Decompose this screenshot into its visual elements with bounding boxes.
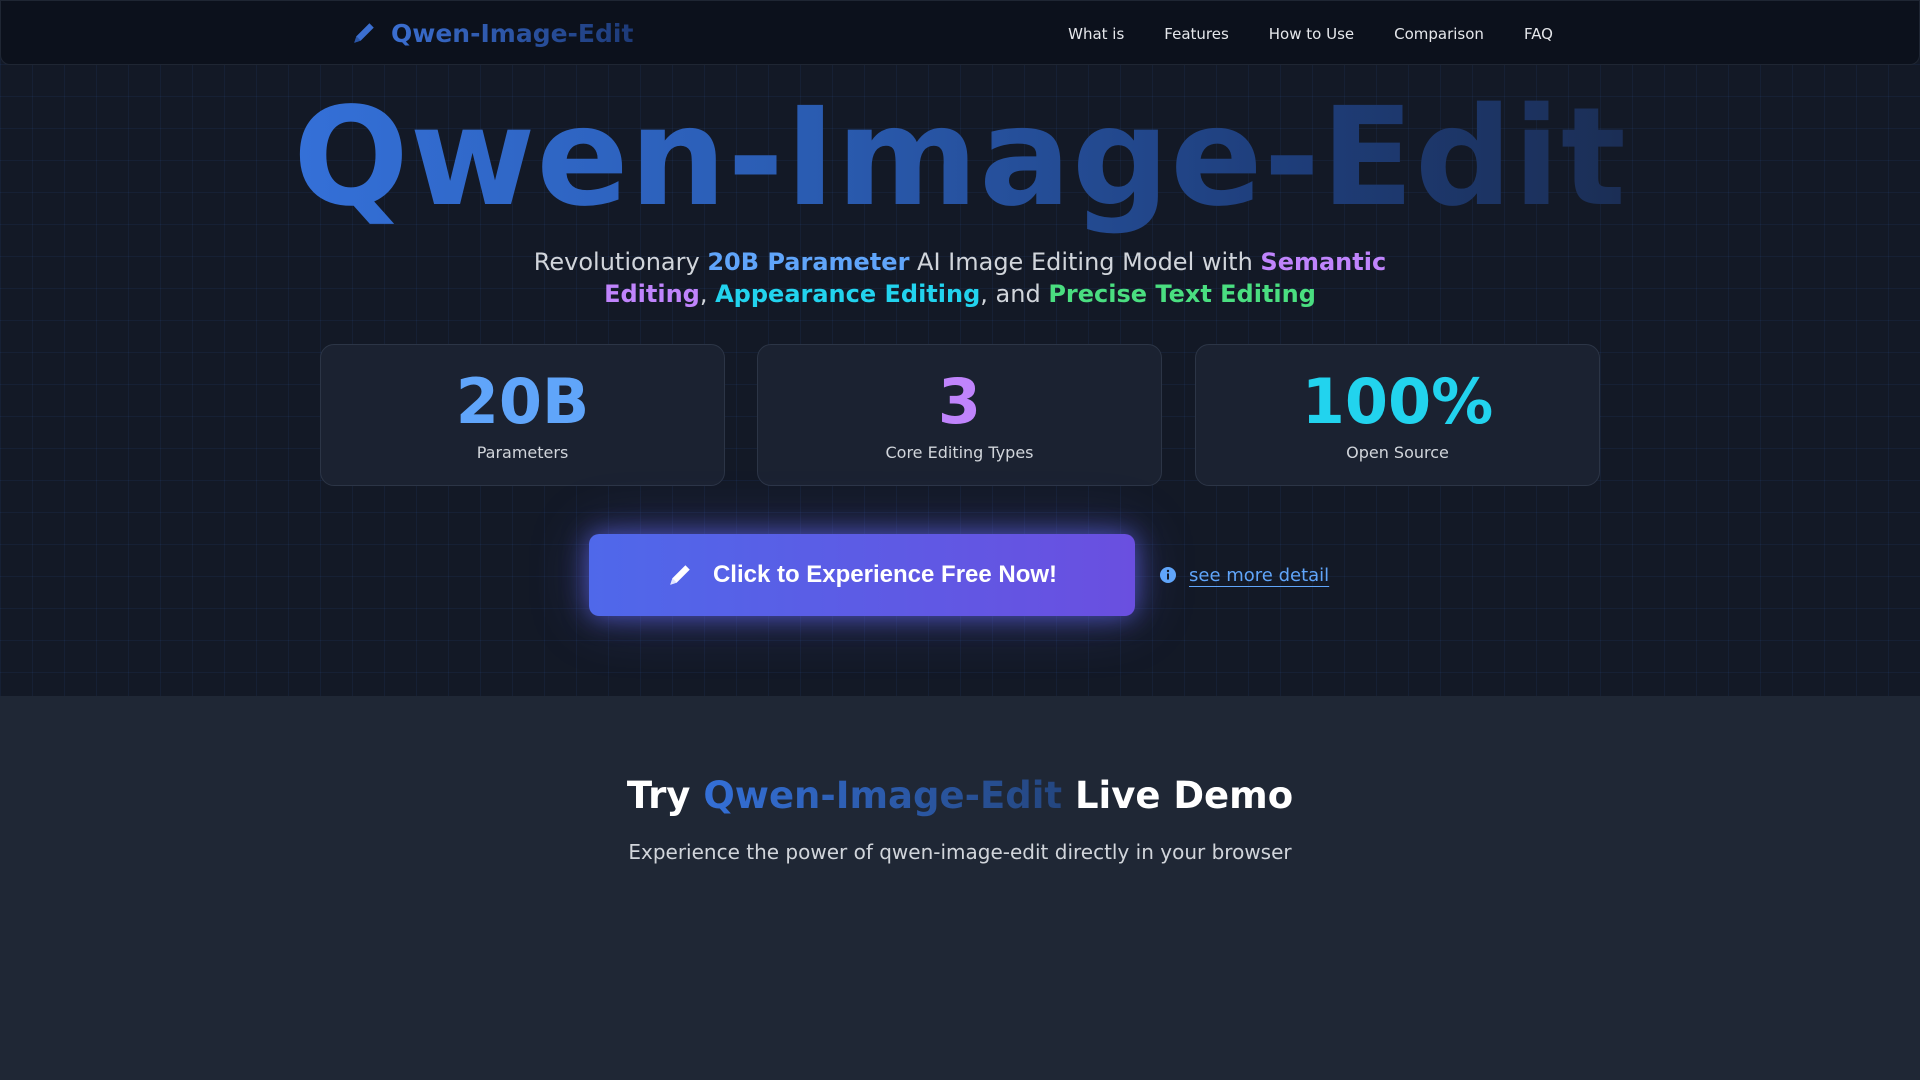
stat-card-open-source: 100% Open Source <box>1195 344 1600 486</box>
subtitle-part-3: , <box>699 280 716 308</box>
nav-link-how-to-use[interactable]: How to Use <box>1269 25 1354 43</box>
see-more-detail-label: see more detail <box>1189 564 1330 586</box>
demo-section-title: Try Qwen-Image-Edit Live Demo <box>0 772 1920 820</box>
stat-label: Parameters <box>476 443 569 462</box>
pencil-icon <box>667 562 693 588</box>
stat-label: Open Source <box>1346 443 1449 462</box>
subtitle-part-1: Revolutionary <box>533 248 708 276</box>
hero-title-text: Qwen-Image-Edit <box>293 79 1627 237</box>
brand-logo[interactable]: Qwen-Image-Edit <box>351 15 633 51</box>
top-navbar: Qwen-Image-Edit What is Features How to … <box>0 0 1920 65</box>
demo-title-suffix: Live Demo <box>1062 774 1294 817</box>
nav-link-comparison[interactable]: Comparison <box>1394 25 1484 43</box>
hero-subtitle: Revolutionary 20B Parameter AI Image Edi… <box>520 246 1400 310</box>
subtitle-highlight-text: Precise Text Editing <box>1048 280 1316 308</box>
subtitle-highlight-parameters: 20B Parameter <box>707 248 910 276</box>
nav-links: What is Features How to Use Comparison F… <box>1068 1 1553 66</box>
stat-card-editing-types: 3 Core Editing Types <box>757 344 1162 486</box>
stat-value: 20B <box>455 365 590 438</box>
nav-link-faq[interactable]: FAQ <box>1524 25 1553 43</box>
cta-label: Click to Experience Free Now! <box>712 561 1058 588</box>
subtitle-highlight-appearance: Appearance Editing <box>715 280 981 308</box>
stat-label: Core Editing Types <box>885 443 1034 462</box>
demo-section-subtitle: Experience the power of qwen-image-edit … <box>628 840 1292 864</box>
subtitle-part-2: AI Image Editing Model with <box>909 248 1261 276</box>
subtitle-part-4: , and <box>980 280 1049 308</box>
demo-title-prefix: Try <box>626 774 704 817</box>
pencil-icon <box>351 20 377 46</box>
brand-name: Qwen-Image-Edit <box>391 18 634 48</box>
see-more-detail-link[interactable]: see more detail <box>1159 562 1329 588</box>
hero-title: Qwen-Image-Edit <box>0 88 1920 228</box>
info-icon <box>1159 566 1177 584</box>
hero-section: Qwen-Image-Edit What is Features How to … <box>0 0 1920 696</box>
nav-link-features[interactable]: Features <box>1164 25 1229 43</box>
stats-row: 20B Parameters 3 Core Editing Types 100%… <box>320 344 1600 486</box>
stat-value: 100% <box>1301 365 1494 438</box>
stat-value: 3 <box>937 365 982 438</box>
stat-card-parameters: 20B Parameters <box>320 344 725 486</box>
nav-link-what-is[interactable]: What is <box>1068 25 1124 43</box>
demo-title-brand: Qwen-Image-Edit <box>703 774 1063 817</box>
experience-free-button[interactable]: Click to Experience Free Now! <box>589 534 1135 616</box>
